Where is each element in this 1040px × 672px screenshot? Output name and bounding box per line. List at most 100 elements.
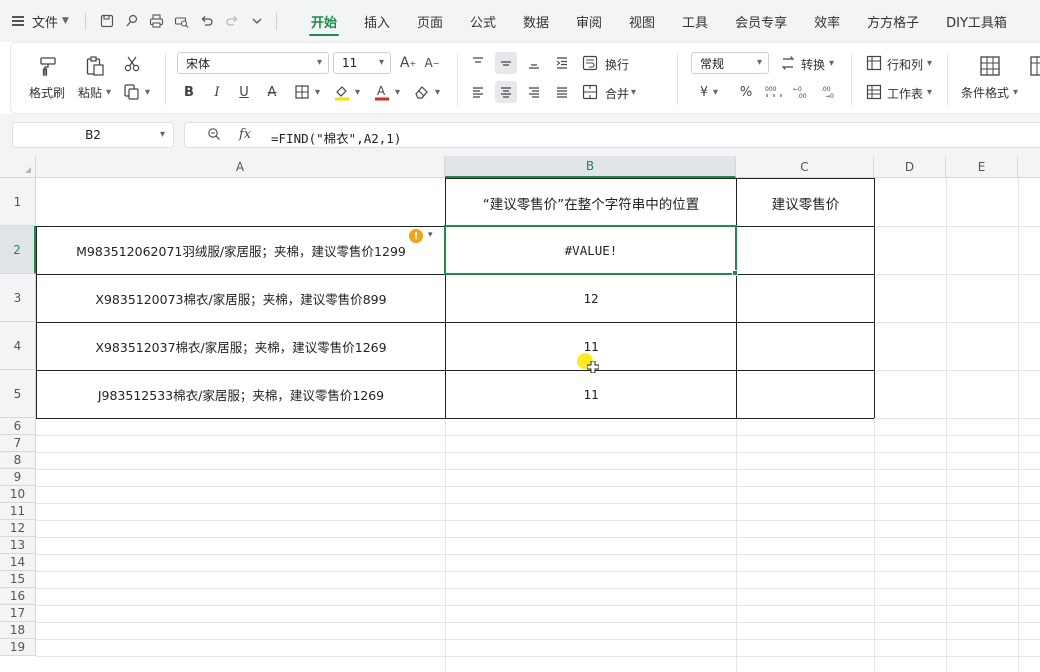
row-header-3[interactable]: 3 (0, 274, 36, 322)
percent-button[interactable]: % (736, 81, 756, 103)
row-header-4[interactable]: 4 (0, 322, 36, 370)
tab-diy-toolbox[interactable]: DIY工具箱 (946, 0, 1007, 42)
format-painter-label[interactable]: 格式刷 (29, 84, 65, 101)
row-header-12[interactable]: 12 (0, 520, 36, 537)
tab-view[interactable]: 视图 (629, 0, 655, 42)
spreadsheet-grid[interactable]: A B C D E 1 2 3 4 5 6 7 8 9 10 11 12 13 … (0, 156, 1040, 672)
tab-fangfang[interactable]: 方方格子 (867, 0, 919, 42)
row-header-16[interactable]: 16 (0, 588, 36, 605)
tab-insert[interactable]: 插入 (364, 0, 390, 42)
bold-button[interactable]: B (179, 81, 199, 103)
convert-label[interactable]: 转换 (801, 56, 825, 73)
cell-a5[interactable]: J983512533棉衣/家居服；夹棉，建议零售价1269 (37, 371, 445, 418)
cell-b1[interactable]: “建议零售价”在整个字符串中的位置 (446, 179, 736, 226)
italic-button[interactable]: I (207, 81, 227, 103)
redo-icon[interactable] (224, 13, 240, 29)
save-icon[interactable] (99, 13, 115, 29)
worksheet-label[interactable]: 工作表 (887, 85, 923, 102)
align-right-icon[interactable] (523, 81, 545, 103)
column-header-d[interactable]: D (874, 156, 946, 178)
strikethrough-button[interactable]: A (262, 81, 282, 103)
justify-icon[interactable] (551, 81, 573, 103)
row-header-8[interactable]: 8 (0, 452, 36, 469)
cut-icon[interactable] (121, 53, 143, 75)
clear-format-icon[interactable] (411, 81, 433, 103)
decrease-font-icon[interactable]: A − (421, 52, 443, 74)
undo-icon[interactable] (199, 13, 215, 29)
row-header-14[interactable]: 14 (0, 554, 36, 571)
row-header-17[interactable]: 17 (0, 605, 36, 622)
paste-dropdown-icon[interactable]: ▾ (106, 87, 111, 98)
print-icon[interactable] (149, 13, 165, 29)
format-painter-icon[interactable] (35, 53, 61, 79)
merge-dropdown-icon[interactable]: ▾ (631, 87, 636, 98)
font-name-select[interactable]: 宋体 ▾ (177, 52, 329, 74)
align-left-icon[interactable] (467, 81, 489, 103)
merge-label[interactable]: 合并 (605, 85, 629, 102)
conditional-format-icon[interactable] (977, 53, 1003, 79)
align-middle-icon[interactable] (495, 52, 517, 74)
wrap-text-icon[interactable] (579, 52, 601, 74)
cell-b5[interactable]: 11 (446, 371, 736, 418)
column-header-e[interactable]: E (946, 156, 1018, 178)
column-header-f[interactable] (1018, 156, 1040, 178)
zoom-icon[interactable] (207, 127, 221, 144)
fill-handle[interactable] (732, 270, 738, 276)
insert-function-icon[interactable]: fx (239, 127, 251, 142)
cell-c1[interactable]: 建议零售价 (737, 179, 874, 226)
tab-formulas[interactable]: 公式 (470, 0, 496, 42)
increase-font-icon[interactable]: A + (397, 52, 419, 74)
copy-icon[interactable] (121, 81, 143, 103)
decrease-decimal-icon[interactable]: .00 →0 (819, 81, 841, 103)
worksheet-dropdown-icon[interactable]: ▾ (927, 87, 932, 98)
rows-cols-dropdown-icon[interactable]: ▾ (927, 58, 932, 69)
row-header-2[interactable]: 2 (0, 226, 36, 274)
paste-icon[interactable] (82, 53, 108, 79)
row-header-11[interactable]: 11 (0, 503, 36, 520)
align-top-icon[interactable] (467, 52, 489, 74)
row-header-9[interactable]: 9 (0, 469, 36, 486)
align-bottom-icon[interactable] (523, 52, 545, 74)
currency-dropdown-icon[interactable]: ▾ (713, 87, 718, 98)
wrap-text-label[interactable]: 换行 (605, 56, 629, 73)
file-menu[interactable]: 文件 ▼ (12, 12, 69, 31)
cell-b3[interactable]: 12 (446, 275, 736, 322)
row-header-13[interactable]: 13 (0, 537, 36, 554)
font-size-select[interactable]: 11 ▾ (333, 52, 391, 74)
row-header-1[interactable]: 1 (0, 178, 36, 226)
select-all-corner[interactable] (0, 156, 36, 178)
increase-decimal-icon[interactable]: ←0.00 (791, 81, 813, 103)
rows-cols-label[interactable]: 行和列 (887, 56, 923, 73)
border-icon[interactable] (291, 81, 313, 103)
merge-icon[interactable] (579, 81, 601, 103)
align-center-icon[interactable] (495, 81, 517, 103)
column-header-b[interactable]: B (445, 156, 736, 178)
font-color-icon[interactable]: A (371, 81, 393, 103)
convert-dropdown-icon[interactable]: ▾ (829, 58, 834, 69)
border-dropdown-icon[interactable]: ▾ (315, 87, 320, 98)
worksheet-icon[interactable] (863, 81, 885, 103)
row-header-18[interactable]: 18 (0, 622, 36, 639)
conditional-format-label[interactable]: 条件格式 (961, 84, 1009, 101)
currency-button[interactable]: ¥ (695, 81, 713, 103)
error-warning-icon[interactable]: ! (409, 229, 423, 243)
column-header-c[interactable]: C (736, 156, 874, 178)
row-header-15[interactable]: 15 (0, 571, 36, 588)
tab-tools[interactable]: 工具 (682, 0, 708, 42)
thousands-separator-icon[interactable]: 000 (763, 81, 785, 103)
font-color-dropdown-icon[interactable]: ▾ (395, 87, 400, 98)
clear-dropdown-icon[interactable]: ▾ (435, 87, 440, 98)
fill-color-icon[interactable] (331, 81, 353, 103)
row-header-19[interactable]: 19 (0, 639, 36, 656)
tab-home[interactable]: 开始 (308, 0, 339, 42)
formula-input-area[interactable]: fx =FIND("棉衣",A2,1) (184, 122, 1040, 148)
export-icon[interactable] (124, 13, 140, 29)
tab-review[interactable]: 审阅 (576, 0, 602, 42)
convert-icon[interactable] (777, 52, 799, 74)
tab-page[interactable]: 页面 (417, 0, 443, 42)
fill-color-dropdown-icon[interactable]: ▾ (355, 87, 360, 98)
copy-dropdown-icon[interactable]: ▾ (145, 87, 150, 98)
name-box[interactable]: B2 ▾ (12, 122, 174, 148)
tab-efficiency[interactable]: 效率 (814, 0, 840, 42)
cell-a2[interactable]: M983512062071羽绒服/家居服；夹棉，建议零售价1299 (37, 227, 445, 274)
